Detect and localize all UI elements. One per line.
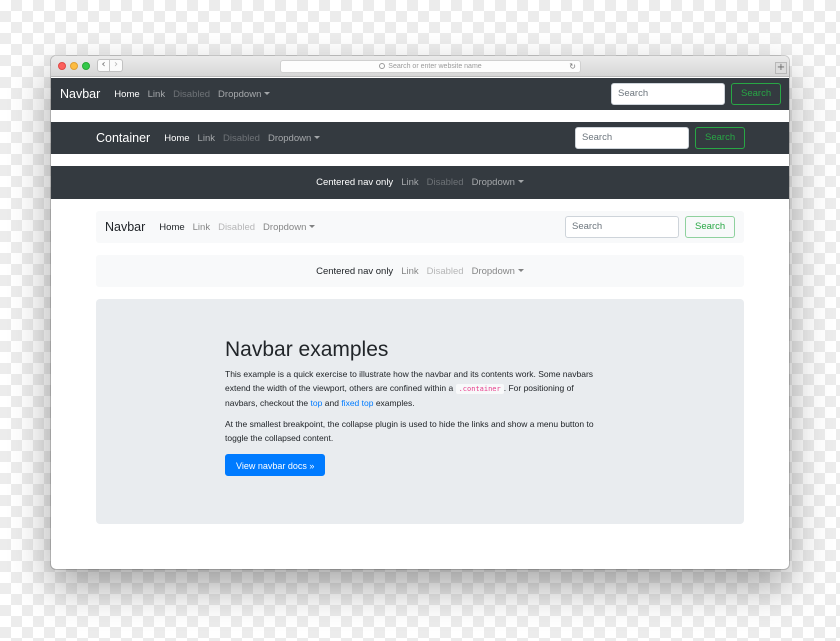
caret-down-icon — [517, 180, 524, 183]
nav-centered[interactable]: Centered nav only — [316, 266, 393, 277]
navbar-centered-dark: Centered nav only Link Disabled Dropdown — [51, 166, 789, 199]
caret-down-icon — [314, 135, 321, 139]
nav-dropdown[interactable]: Dropdown — [218, 88, 271, 100]
search-input[interactable]: Search — [611, 83, 725, 105]
browser-window: ‹ › Search or enter website name ↻ + Nav… — [51, 56, 789, 569]
caret-down-icon — [264, 91, 271, 95]
fixed-top-link[interactable]: fixed top — [341, 398, 373, 408]
nav-dropdown[interactable]: Dropdown — [472, 177, 524, 188]
navbar-centered-light: Centered nav only Link Disabled Dropdown — [96, 255, 744, 287]
nav-links: Home Link Disabled Dropdown — [114, 88, 271, 100]
jumbotron: Navbar examples This example is a quick … — [96, 299, 744, 524]
navbar-full-dark: Navbar Home Link Disabled Dropdown Searc… — [51, 78, 789, 110]
nav-disabled: Disabled — [218, 221, 256, 233]
caret-down-icon — [309, 224, 316, 228]
history-buttons: ‹ › — [97, 59, 123, 72]
nav-home[interactable]: Home — [164, 133, 189, 144]
nav-dropdown[interactable]: Dropdown — [263, 221, 316, 233]
search-input[interactable]: Search — [565, 216, 679, 238]
search-input[interactable]: Search — [575, 127, 689, 149]
navbar-container-dark: Container Home Link Disabled Dropdown Se… — [51, 122, 789, 154]
nav-disabled: Disabled — [173, 88, 211, 100]
new-tab-button[interactable]: + — [775, 62, 787, 74]
search-button[interactable]: Search — [695, 127, 746, 149]
navbar-brand[interactable]: Navbar — [60, 87, 100, 101]
search-form: Search Search — [611, 83, 782, 105]
nav-dropdown-label: Dropdown — [471, 177, 515, 188]
page-title: Navbar examples — [225, 338, 389, 361]
nav-dropdown-label: Dropdown — [218, 88, 262, 100]
intro-and: and — [324, 398, 339, 408]
nav-links: Home Link Disabled Dropdown — [159, 221, 316, 233]
collapse-paragraph: At the smallest breakpoint, the collapse… — [225, 419, 594, 443]
reload-icon[interactable]: ↻ — [569, 61, 576, 72]
navbar-brand[interactable]: Container — [96, 131, 150, 145]
nav-dropdown-label: Dropdown — [267, 132, 312, 144]
nav-disabled: Disabled — [426, 265, 464, 277]
close-window-button[interactable] — [58, 62, 66, 70]
title-bar: ‹ › Search or enter website name ↻ + — [51, 56, 789, 77]
nav-home[interactable]: Home — [159, 222, 184, 233]
zoom-window-button[interactable] — [82, 62, 90, 70]
jumbotron-content: Navbar examples This example is a quick … — [225, 337, 605, 476]
caret-down-icon — [517, 268, 524, 272]
navbar-brand[interactable]: Navbar — [105, 220, 145, 234]
nav-link[interactable]: Link — [148, 89, 165, 100]
navbar-container-light: Navbar Home Link Disabled Dropdown Searc… — [96, 211, 744, 243]
nav-links: Centered nav only Link Disabled Dropdown — [316, 177, 524, 188]
search-button[interactable]: Search — [731, 83, 782, 105]
search-form: Search Search — [575, 127, 746, 149]
search-form: Search Search — [565, 216, 736, 238]
search-button[interactable]: Search — [685, 216, 736, 238]
nav-dropdown-label: Dropdown — [263, 221, 307, 233]
search-icon — [379, 63, 386, 69]
back-button[interactable]: ‹ — [97, 59, 110, 72]
nav-centered[interactable]: Centered nav only — [316, 177, 393, 188]
nav-home[interactable]: Home — [114, 89, 139, 100]
nav-link[interactable]: Link — [193, 222, 210, 233]
nav-links: Centered nav only Link Disabled Dropdown — [316, 266, 524, 277]
minimize-window-button[interactable] — [70, 62, 78, 70]
container-code: .container — [455, 384, 504, 394]
nav-link[interactable]: Link — [401, 266, 418, 277]
nav-disabled: Disabled — [222, 132, 260, 144]
nav-dropdown[interactable]: Dropdown — [267, 132, 321, 144]
forward-button[interactable]: › — [110, 59, 123, 72]
address-bar-placeholder: Search or enter website name — [388, 63, 482, 70]
view-docs-button[interactable]: View navbar docs » — [225, 454, 326, 476]
top-link[interactable]: top — [311, 398, 323, 408]
nav-dropdown[interactable]: Dropdown — [472, 266, 524, 277]
nav-link[interactable]: Link — [401, 177, 418, 188]
address-bar[interactable]: Search or enter website name ↻ — [280, 60, 581, 73]
nav-link[interactable]: Link — [198, 133, 215, 144]
nav-dropdown-label: Dropdown — [471, 265, 515, 277]
intro-paragraph: This example is a quick exercise to illu… — [225, 367, 605, 410]
intro-text-3: examples. — [375, 398, 415, 408]
nav-disabled: Disabled — [426, 177, 464, 188]
nav-links: Home Link Disabled Dropdown — [164, 132, 321, 144]
